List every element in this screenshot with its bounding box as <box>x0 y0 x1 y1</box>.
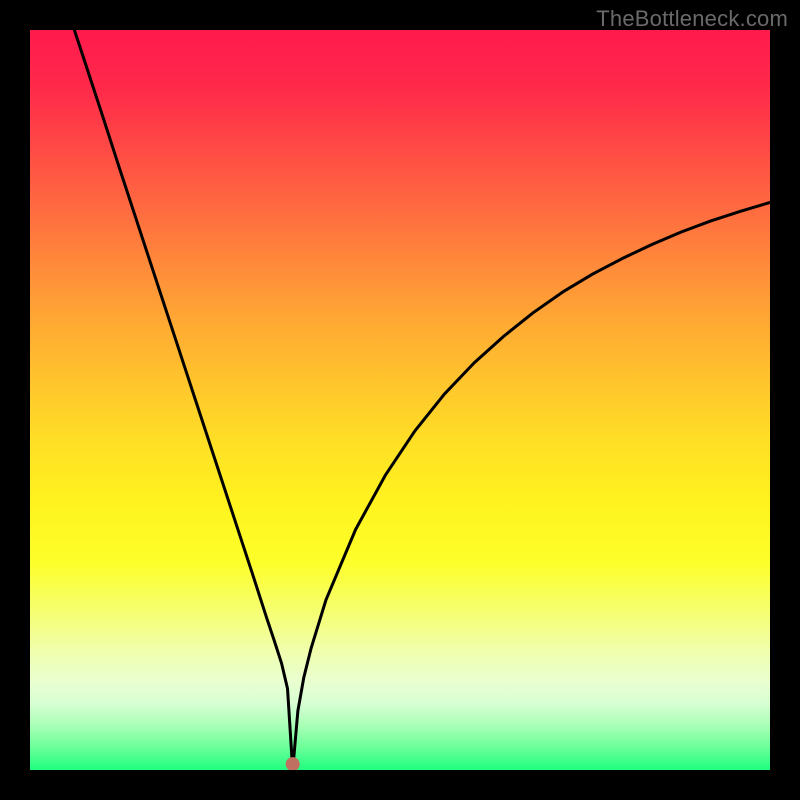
plot-area <box>30 30 770 770</box>
bottleneck-curve <box>74 30 770 770</box>
watermark-text: TheBottleneck.com <box>596 6 788 32</box>
chart-frame: TheBottleneck.com <box>0 0 800 800</box>
min-marker <box>286 757 300 770</box>
curve-layer <box>30 30 770 770</box>
